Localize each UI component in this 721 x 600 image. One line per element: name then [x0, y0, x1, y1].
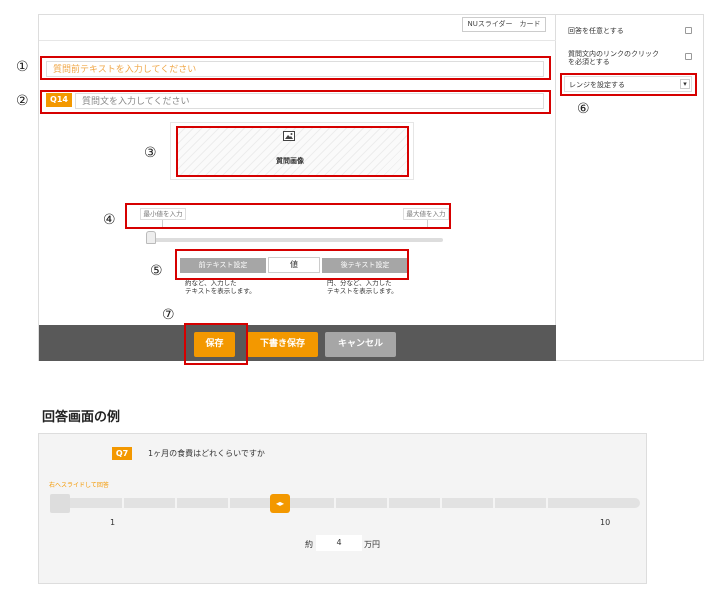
example-question-text: 1ヶ月の食費はどれくらいですか — [148, 449, 265, 458]
slide-hint: 右へスライドして回答 — [49, 482, 109, 489]
range-select-label: レンジを設定する — [569, 81, 625, 89]
example-title: 回答画面の例 — [42, 410, 121, 425]
annotation-6: ⑥ — [577, 101, 590, 117]
question-text-input[interactable] — [75, 93, 544, 109]
chevron-down-icon[interactable]: ▾ — [680, 79, 690, 89]
pre-text-setting-button[interactable]: 前テキスト設定 — [180, 258, 266, 273]
track-divider — [334, 498, 336, 508]
max-value-input[interactable] — [403, 208, 449, 220]
optional-answer-checkbox[interactable] — [685, 27, 692, 34]
min-value-input[interactable] — [140, 208, 186, 220]
example-prefix: 約 — [305, 540, 313, 549]
slider-handle[interactable] — [146, 231, 156, 244]
pre-question-text-input[interactable] — [46, 61, 544, 77]
example-slider-start-cap — [50, 494, 70, 513]
optional-answer-label: 回答を任意とする — [568, 27, 624, 35]
track-divider — [493, 498, 495, 508]
track-divider — [122, 498, 124, 508]
settings-panel — [556, 14, 704, 361]
example-question-badge: Q7 — [112, 447, 132, 460]
track-divider — [175, 498, 177, 508]
example-max-label: 10 — [600, 518, 611, 527]
post-text-setting-button[interactable]: 後テキスト設定 — [322, 258, 408, 273]
annotation-4: ④ — [103, 212, 116, 228]
example-value: 4 — [316, 535, 362, 551]
annotation-1: ① — [16, 59, 29, 75]
slider-card-tab[interactable]: NUスライダー カード — [462, 17, 546, 32]
example-min-label: 1 — [110, 518, 116, 527]
annotation-7: ⑦ — [162, 307, 175, 323]
image-label: 質問画像 — [276, 157, 304, 165]
track-divider — [228, 498, 230, 508]
track-divider — [546, 498, 548, 508]
annotation-2: ② — [16, 93, 29, 109]
require-link-click-label: 質問文内のリンクのクリック を必須とする — [568, 50, 659, 66]
image-icon — [283, 131, 295, 141]
pre-text-note: 約など、入力した テキストを表示します。 — [185, 279, 256, 295]
question-number-badge: Q14 — [46, 93, 72, 107]
track-divider — [387, 498, 389, 508]
example-slider-handle[interactable]: ◂▸ — [270, 494, 290, 513]
require-link-click-checkbox[interactable] — [685, 53, 692, 60]
annotation-5: ⑤ — [150, 263, 163, 279]
track-divider — [440, 498, 442, 508]
example-slider-track — [50, 498, 640, 508]
slider-track — [146, 238, 443, 242]
post-text-note: 円、分など、入力した テキストを表示します。 — [327, 279, 398, 295]
example-suffix: 万円 — [364, 540, 380, 549]
cancel-button[interactable]: キャンセル — [325, 332, 396, 357]
divider — [39, 40, 556, 41]
draft-save-button[interactable]: 下書き保存 — [247, 332, 318, 357]
value-display: 値 — [268, 257, 320, 273]
save-button[interactable]: 保存 — [194, 332, 235, 357]
annotation-3: ③ — [144, 145, 157, 161]
